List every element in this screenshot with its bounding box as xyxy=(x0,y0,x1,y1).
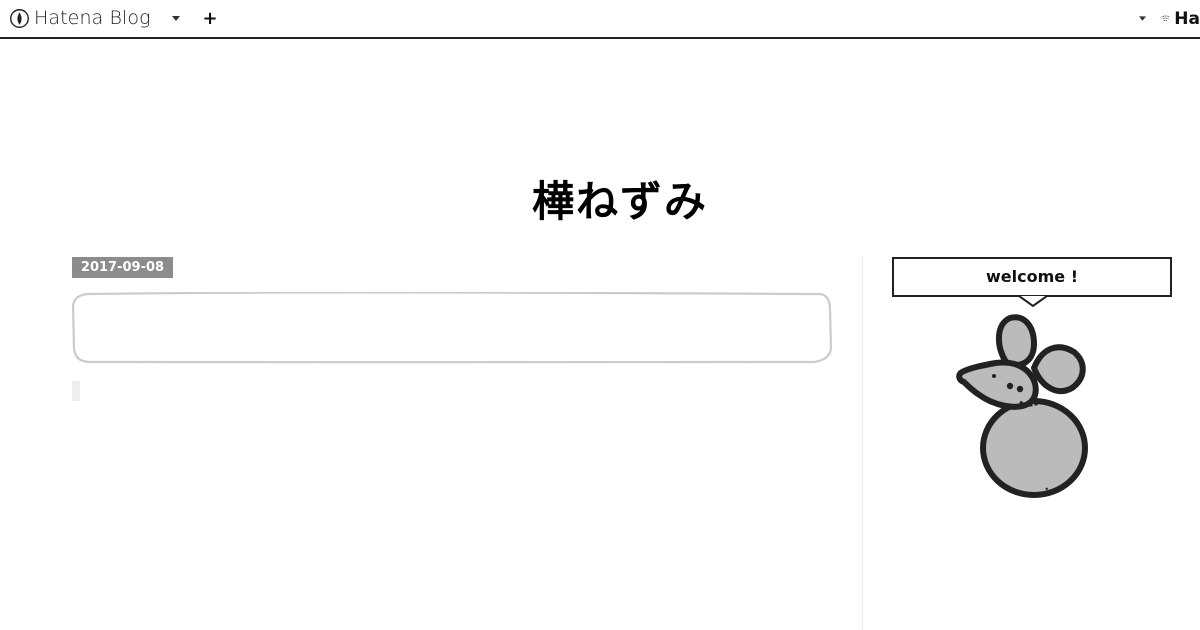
speech-bubble-tail xyxy=(1019,295,1047,307)
entry-title-frame[interactable] xyxy=(72,292,832,364)
blog-menu-toggle[interactable] xyxy=(168,8,184,28)
caret-down-icon xyxy=(1138,15,1146,21)
mouse-illustration xyxy=(956,314,1088,498)
caret-down-icon xyxy=(172,15,180,21)
hatena-blog-logo-link[interactable]: Hatena Blog xyxy=(9,6,151,30)
hatena-logo-icon xyxy=(10,8,29,28)
brand-label: Hatena Blog xyxy=(34,7,151,29)
add-entry-button[interactable]: + xyxy=(200,7,220,29)
hatena-account-link[interactable]: Ha xyxy=(1161,7,1200,31)
entry-date[interactable]: 2017-09-08 xyxy=(72,257,173,278)
hatena-logo-icon xyxy=(1161,15,1170,22)
welcome-speech-bubble: welcome ! xyxy=(892,257,1172,297)
global-header: Hatena Blog + Ha xyxy=(0,0,1200,39)
sidebar-divider xyxy=(862,257,863,630)
user-menu-toggle[interactable] xyxy=(1135,8,1149,28)
entry-content-placeholder xyxy=(72,381,80,401)
blog-title[interactable]: 樺ねずみ xyxy=(420,170,820,234)
account-brand-label: Ha xyxy=(1174,9,1200,29)
